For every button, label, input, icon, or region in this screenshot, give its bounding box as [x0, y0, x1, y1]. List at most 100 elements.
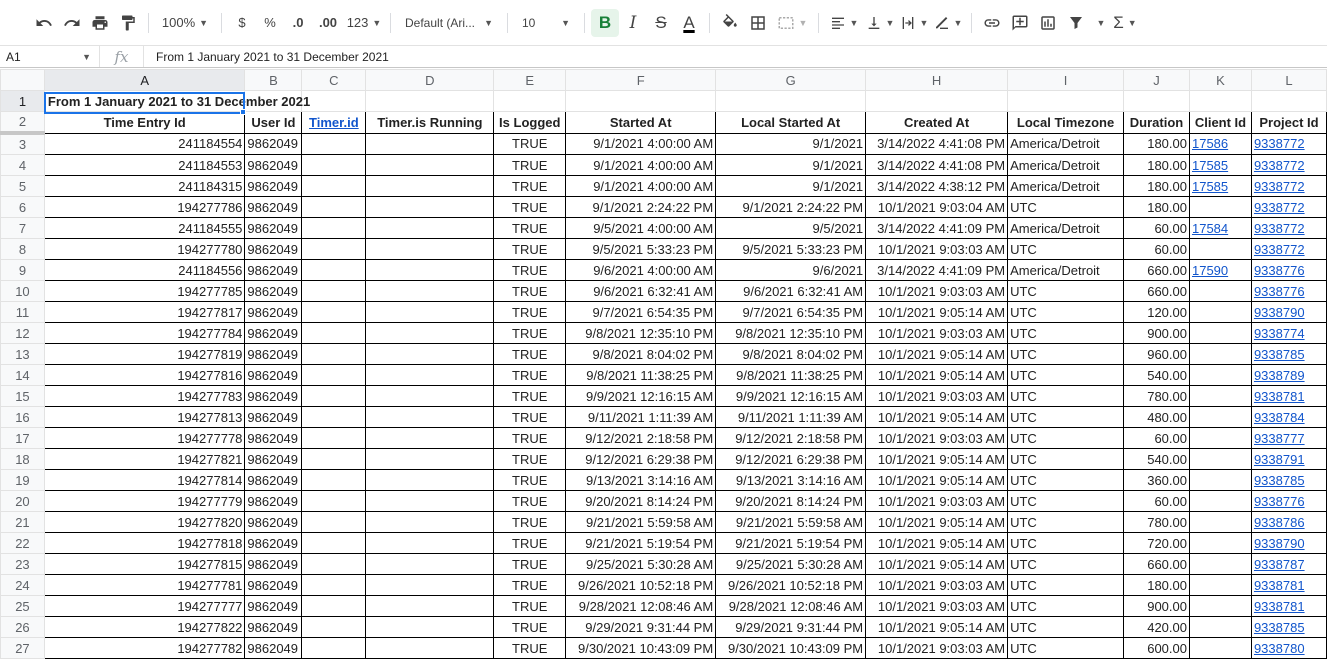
- table-cell[interactable]: 9338786: [1250, 511, 1327, 533]
- table-cell[interactable]: 9/13/2021 3:14:16 AM: [565, 469, 717, 491]
- table-cell[interactable]: [365, 427, 495, 449]
- table-cell[interactable]: UTC: [1007, 280, 1125, 302]
- column-header-b[interactable]: B: [244, 69, 303, 91]
- table-cell[interactable]: 9338789: [1250, 364, 1327, 386]
- table-cell[interactable]: 360.00: [1123, 469, 1190, 491]
- table-cell[interactable]: 9338790: [1250, 301, 1327, 323]
- column-header-i[interactable]: I: [1007, 69, 1125, 91]
- table-cell[interactable]: 9338777: [1250, 427, 1327, 449]
- table-cell[interactable]: 10/1/2021 9:05:14 AM: [865, 406, 1009, 428]
- table-cell[interactable]: 9/20/2021 8:14:24 PM: [565, 490, 717, 512]
- table-cell[interactable]: America/Detroit: [1007, 259, 1125, 281]
- table-cell[interactable]: TRUE: [493, 322, 567, 344]
- project-id-link[interactable]: 9338790: [1254, 305, 1305, 320]
- table-cell[interactable]: 241184553: [43, 154, 246, 176]
- table-cell[interactable]: [301, 175, 367, 197]
- table-cell[interactable]: TRUE: [493, 532, 567, 554]
- table-cell[interactable]: 9/9/2021 12:16:15 AM: [565, 385, 717, 407]
- row-header[interactable]: 22: [0, 532, 45, 554]
- table-cell[interactable]: 9862049: [244, 427, 303, 449]
- table-cell[interactable]: [365, 322, 495, 344]
- table-cell[interactable]: 194277816: [43, 364, 246, 386]
- table-cell[interactable]: 3/14/2022 4:41:09 PM: [865, 217, 1009, 239]
- table-cell[interactable]: [1188, 364, 1252, 386]
- table-cell[interactable]: [301, 637, 367, 659]
- row-header[interactable]: 13: [0, 343, 45, 365]
- project-id-link[interactable]: 9338781: [1254, 578, 1305, 593]
- project-id-link[interactable]: 9338789: [1254, 368, 1305, 383]
- table-cell[interactable]: [301, 343, 367, 365]
- cell-a1[interactable]: From 1 January 2021 to 31 December 2021: [43, 90, 310, 112]
- table-cell[interactable]: 194277813: [43, 406, 246, 428]
- table-cell[interactable]: 17584: [1188, 217, 1252, 239]
- table-cell[interactable]: [1188, 301, 1252, 323]
- table-cell[interactable]: 9338781: [1250, 385, 1327, 407]
- table-cell[interactable]: 10/1/2021 9:05:14 AM: [865, 511, 1009, 533]
- functions-icon[interactable]: Σ ▼: [1108, 9, 1142, 37]
- column-header-j[interactable]: J: [1123, 69, 1190, 91]
- table-cell[interactable]: [301, 532, 367, 554]
- table-cell[interactable]: 9/30/2021 10:43:09 PM: [565, 637, 717, 659]
- empty-cell[interactable]: [365, 90, 495, 112]
- table-cell[interactable]: 10/1/2021 9:05:14 AM: [865, 616, 1009, 638]
- spreadsheet-grid[interactable]: ABCDEFGHIJKL 1 From 1 January 2021 to 31 …: [0, 69, 1327, 665]
- table-cell[interactable]: 9/21/2021 5:19:54 PM: [565, 532, 717, 554]
- table-cell[interactable]: 9/11/2021 1:11:39 AM: [565, 406, 717, 428]
- table-cell[interactable]: 120.00: [1123, 301, 1190, 323]
- table-cell[interactable]: UTC: [1007, 322, 1125, 344]
- table-cell[interactable]: 9338772: [1250, 154, 1327, 176]
- table-cell[interactable]: [1188, 469, 1252, 491]
- table-cell[interactable]: 194277815: [43, 553, 246, 575]
- table-cell[interactable]: 10/1/2021 9:05:14 AM: [865, 469, 1009, 491]
- table-cell[interactable]: 9/5/2021 5:33:23 PM: [565, 238, 717, 260]
- table-cell[interactable]: [301, 406, 367, 428]
- table-cell[interactable]: 900.00: [1123, 595, 1190, 617]
- column-header-g[interactable]: G: [715, 69, 867, 91]
- table-cell[interactable]: [365, 574, 495, 596]
- row-header[interactable]: 11: [0, 301, 45, 323]
- table-cell[interactable]: 9862049: [244, 322, 303, 344]
- table-cell[interactable]: 9/11/2021 1:11:39 AM: [715, 406, 867, 428]
- table-cell[interactable]: 194277817: [43, 301, 246, 323]
- project-id-link[interactable]: 9338776: [1254, 263, 1305, 278]
- table-cell[interactable]: TRUE: [493, 217, 567, 239]
- column-title-link[interactable]: Timer.id: [309, 115, 359, 130]
- table-cell[interactable]: 194277778: [43, 427, 246, 449]
- table-cell[interactable]: 9/8/2021 12:35:10 PM: [715, 322, 867, 344]
- row-header[interactable]: 6: [0, 196, 45, 218]
- row-header[interactable]: 9: [0, 259, 45, 281]
- table-cell[interactable]: 10/1/2021 9:03:03 AM: [865, 427, 1009, 449]
- table-cell[interactable]: [1188, 406, 1252, 428]
- row-header[interactable]: 24: [0, 574, 45, 596]
- table-cell[interactable]: 60.00: [1123, 217, 1190, 239]
- table-cell[interactable]: 194277820: [43, 511, 246, 533]
- column-title-cell[interactable]: Local Timezone: [1007, 111, 1125, 134]
- table-cell[interactable]: 9/26/2021 10:52:18 PM: [715, 574, 867, 596]
- table-cell[interactable]: 10/1/2021 9:03:03 AM: [865, 595, 1009, 617]
- table-cell[interactable]: 9/25/2021 5:30:28 AM: [565, 553, 717, 575]
- table-cell[interactable]: 9/5/2021: [715, 217, 867, 239]
- table-cell[interactable]: 60.00: [1123, 238, 1190, 260]
- table-cell[interactable]: TRUE: [493, 637, 567, 659]
- print-icon[interactable]: [86, 9, 114, 37]
- font-family-select[interactable]: Default (Ari... ▼: [397, 9, 501, 37]
- table-cell[interactable]: 180.00: [1123, 132, 1190, 155]
- table-cell[interactable]: [365, 217, 495, 239]
- table-cell[interactable]: 9338791: [1250, 448, 1327, 470]
- table-cell[interactable]: [1188, 595, 1252, 617]
- table-cell[interactable]: 9/1/2021 4:00:00 AM: [565, 154, 717, 176]
- project-id-link[interactable]: 9338772: [1254, 221, 1305, 236]
- table-cell[interactable]: 194277784: [43, 322, 246, 344]
- row-header[interactable]: 25: [0, 595, 45, 617]
- client-id-link[interactable]: 17585: [1192, 158, 1228, 173]
- table-cell[interactable]: 17586: [1188, 132, 1252, 155]
- table-cell[interactable]: 180.00: [1123, 175, 1190, 197]
- column-header-d[interactable]: D: [365, 69, 495, 91]
- table-cell[interactable]: 10/1/2021 9:03:04 AM: [865, 196, 1009, 218]
- row-header[interactable]: 1: [0, 90, 45, 112]
- table-cell[interactable]: [1188, 490, 1252, 512]
- table-cell[interactable]: 10/1/2021 9:05:14 AM: [865, 364, 1009, 386]
- table-cell[interactable]: UTC: [1007, 490, 1125, 512]
- column-title-cell[interactable]: Client Id: [1188, 111, 1252, 134]
- table-cell[interactable]: 9/12/2021 2:18:58 PM: [565, 427, 717, 449]
